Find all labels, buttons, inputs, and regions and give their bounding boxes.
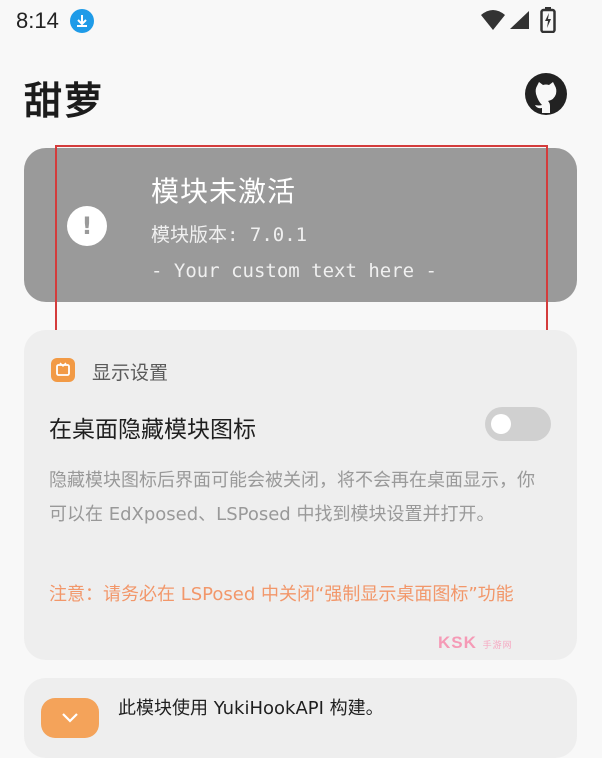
module-status-card[interactable]: ! 模块未激活 模块版本: 7.0.1 - Your custom text h… xyxy=(24,148,577,302)
signal-icon xyxy=(510,11,529,29)
hide-icon-toggle[interactable] xyxy=(485,407,551,441)
module-status-title: 模块未激活 xyxy=(151,175,297,208)
section-title: 显示设置 xyxy=(92,362,169,384)
info-card: 此模块使用 YukiHookAPI 构建。 xyxy=(24,678,577,758)
custom-text: - Your custom text here - xyxy=(151,260,437,282)
display-settings-card: 显示设置 在桌面隐藏模块图标 隐藏模块图标后界面可能会被关闭，将不会再在桌面显示… xyxy=(24,330,577,660)
page-title: 甜萝 xyxy=(24,79,105,123)
hide-icon-label: 在桌面隐藏模块图标 xyxy=(49,417,256,443)
status-bar: 8:14 xyxy=(0,0,602,44)
toggle-knob xyxy=(491,414,511,434)
battery-icon xyxy=(540,7,556,33)
github-icon[interactable] xyxy=(522,70,570,118)
wifi-icon xyxy=(481,10,505,30)
hide-icon-note: 注意：请务必在 LSPosed 中关闭“强制显示桌面图标”功能 xyxy=(49,584,514,605)
display-settings-icon xyxy=(51,358,75,382)
hide-icon-description: 隐藏模块图标后界面可能会被关闭，将不会再在桌面显示，你可以在 EdXposed、… xyxy=(49,470,535,525)
expand-icon[interactable] xyxy=(41,698,99,738)
info-text: 此模块使用 YukiHookAPI 构建。 xyxy=(118,698,384,719)
module-version: 模块版本: 7.0.1 xyxy=(151,224,308,246)
warning-icon: ! xyxy=(67,206,107,246)
status-time: 8:14 xyxy=(16,8,59,33)
download-icon xyxy=(70,9,94,33)
watermark-logo: KSK 手游网 xyxy=(438,633,513,652)
